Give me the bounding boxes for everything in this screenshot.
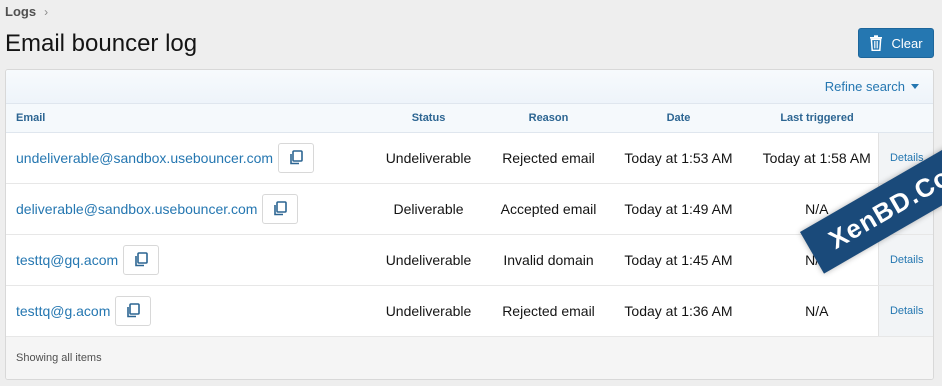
copy-icon: [290, 150, 303, 165]
table-row: testtq@g.acom Undeliverable Rejected ema…: [6, 285, 933, 337]
table-row: testtq@gq.acom Undeliverable Invalid dom…: [6, 234, 933, 286]
email-link[interactable]: testtq@gq.acom: [16, 252, 118, 268]
details-link[interactable]: Details: [877, 234, 933, 286]
footer-status-text: Showing all items: [16, 352, 102, 364]
email-link[interactable]: undeliverable@sandbox.usebouncer.com: [16, 150, 273, 166]
copy-email-button[interactable]: [262, 193, 299, 224]
clear-button-label: Clear: [891, 35, 923, 51]
details-link[interactable]: Details: [877, 132, 933, 184]
column-header-status[interactable]: Status: [361, 104, 496, 133]
copy-icon: [274, 201, 288, 216]
last-triggered-cell: N/A: [756, 234, 878, 286]
page-title: Email bouncer log: [5, 30, 198, 57]
trash-icon: [869, 35, 883, 51]
copy-email-button[interactable]: [115, 295, 152, 326]
last-triggered-cell: Today at 1:58 AM: [756, 132, 878, 184]
status-cell: Deliverable: [361, 183, 496, 235]
date-cell: Today at 1:49 AM: [601, 183, 756, 235]
date-cell: Today at 1:45 AM: [601, 234, 756, 286]
status-cell: Undeliverable: [361, 234, 496, 286]
refine-search-button[interactable]: Refine search: [825, 79, 919, 94]
last-triggered-cell: N/A: [756, 285, 878, 337]
reason-cell: Accepted email: [496, 183, 601, 235]
column-header-actions: [878, 104, 933, 133]
copy-email-button[interactable]: [278, 142, 315, 173]
email-link[interactable]: testtq@g.acom: [16, 303, 110, 319]
breadcrumb: Logs ›: [5, 4, 48, 19]
email-cell: testtq@gq.acom: [6, 234, 361, 286]
column-header-reason[interactable]: Reason: [496, 104, 601, 133]
copy-icon: [135, 252, 148, 267]
table-row: undeliverable@sandbox.usebouncer.com Und…: [6, 132, 933, 184]
breadcrumb-item-logs[interactable]: Logs: [5, 4, 36, 19]
copy-icon: [127, 303, 141, 318]
email-cell: testtq@g.acom: [6, 285, 361, 337]
chevron-right-icon: ›: [44, 4, 49, 19]
table-footer: Showing all items: [6, 336, 933, 379]
details-link[interactable]: Details: [877, 285, 933, 337]
email-cell: deliverable@sandbox.usebouncer.com: [6, 183, 361, 235]
table-row: deliverable@sandbox.usebouncer.com Deliv…: [6, 183, 933, 235]
column-header-last-triggered[interactable]: Last triggered: [756, 104, 878, 133]
table-header-row: Email Status Reason Date Last triggered: [6, 104, 933, 133]
column-header-email[interactable]: Email: [6, 104, 361, 133]
details-link[interactable]: Details: [877, 183, 933, 235]
reason-cell: Rejected email: [496, 285, 601, 337]
status-cell: Undeliverable: [361, 285, 496, 337]
last-triggered-cell: N/A: [756, 183, 878, 235]
status-cell: Undeliverable: [361, 132, 496, 184]
date-cell: Today at 1:53 AM: [601, 132, 756, 184]
filter-bar: Refine search: [6, 70, 933, 104]
email-link[interactable]: deliverable@sandbox.usebouncer.com: [16, 201, 257, 217]
column-header-date[interactable]: Date: [601, 104, 756, 133]
log-table: Email Status Reason Date Last triggered …: [6, 104, 933, 337]
reason-cell: Rejected email: [496, 132, 601, 184]
reason-cell: Invalid domain: [496, 234, 601, 286]
email-cell: undeliverable@sandbox.usebouncer.com: [6, 132, 361, 184]
clear-button[interactable]: Clear: [858, 28, 934, 58]
log-block: Refine search Email Status Reason Date L…: [5, 69, 934, 380]
refine-search-label: Refine search: [824, 79, 905, 94]
caret-down-icon: [911, 84, 919, 89]
date-cell: Today at 1:36 AM: [601, 285, 756, 337]
copy-email-button[interactable]: [123, 244, 160, 275]
